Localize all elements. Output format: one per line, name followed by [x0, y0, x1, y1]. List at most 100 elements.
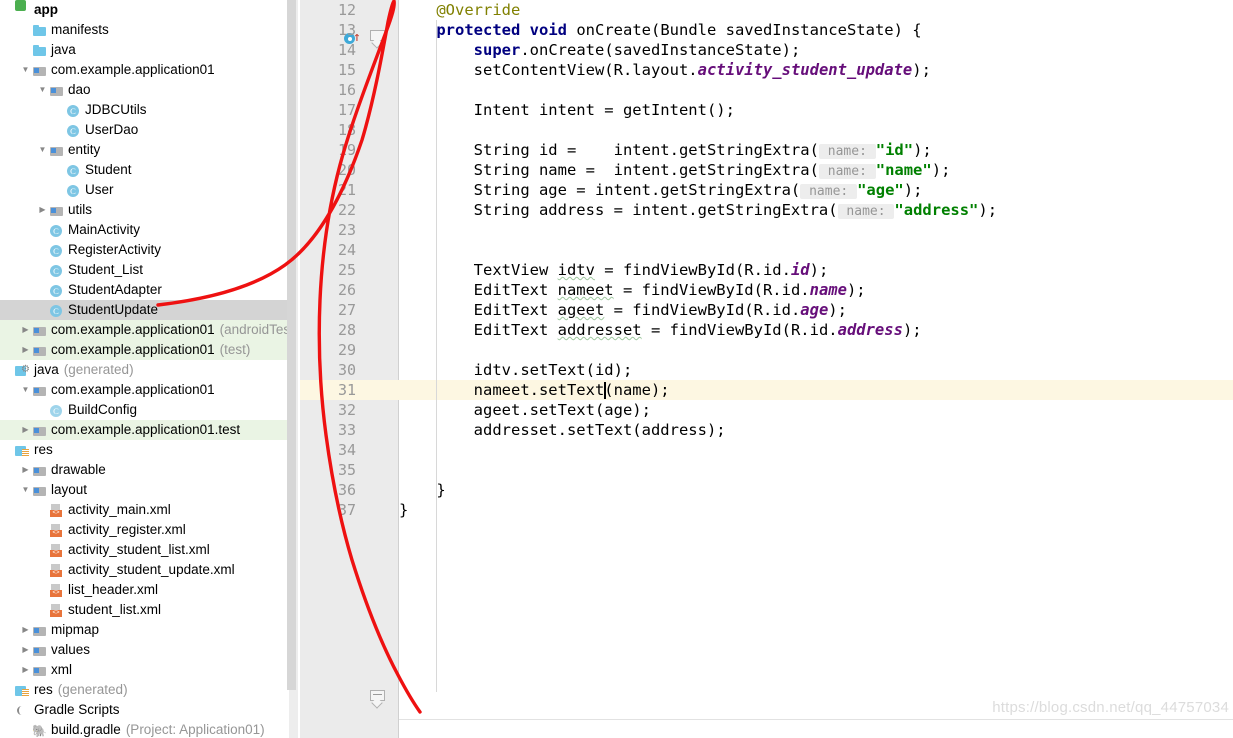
code-line[interactable]: nameet.setText(name);: [399, 380, 670, 400]
code-line[interactable]: Intent intent = getIntent();: [399, 100, 735, 120]
tree-node-manifests[interactable]: ▶ manifests: [0, 20, 289, 40]
tree-node-label: com.example.application01: [51, 62, 215, 77]
tree-node-utils[interactable]: ▶ utils: [0, 200, 289, 220]
code-editor[interactable]: ↑ @Override protected void onCreate(Bund…: [300, 0, 1233, 738]
tree-node-com-example-application01[interactable]: ▶ com.example.application01 (androidTest): [0, 320, 298, 340]
tree-node-com-example-application01[interactable]: ▶ com.example.application01 (test): [0, 340, 289, 360]
tree-node-xml[interactable]: ▶ xml: [0, 660, 289, 680]
module-app-icon: [15, 0, 30, 18]
tree-node-res[interactable]: ▶ res: [0, 440, 289, 460]
project-tree-scrollbar-track[interactable]: [287, 0, 298, 738]
tree-node-student-list[interactable]: ▶C Student_List: [0, 260, 289, 280]
tree-node-studentupdate[interactable]: ▶C StudentUpdate: [0, 300, 289, 320]
code-line[interactable]: setContentView(R.layout.activity_student…: [399, 60, 931, 80]
tree-node-dao[interactable]: ▼ dao: [0, 80, 289, 100]
code-text-area[interactable]: @Override protected void onCreate(Bundle…: [300, 0, 1233, 738]
code-line[interactable]: EditText nameet = findViewById(R.id.name…: [399, 280, 866, 300]
tree-node-layout[interactable]: ▼ layout: [0, 480, 289, 500]
tree-node-activity-student-update-xml[interactable]: ▶<> activity_student_update.xml: [0, 560, 289, 580]
tree-node-user[interactable]: ▶C User: [0, 180, 289, 200]
tree-node-jdbcutils[interactable]: ▶C JDBCUtils: [0, 100, 289, 120]
tree-node-java[interactable]: ▶ java: [0, 40, 289, 60]
java-class-icon: C: [66, 123, 81, 138]
chevron-down-icon[interactable]: ▼: [36, 140, 49, 160]
code-line[interactable]: addresset.setText(address);: [399, 420, 726, 440]
project-tool-window[interactable]: ▶app▶manifests▶java▼com.example.applicat…: [0, 0, 300, 738]
xml-layout-file-icon: <>: [49, 583, 64, 598]
code-fold-marker-method[interactable]: [370, 30, 385, 49]
tree-node-com-example-application01[interactable]: ▼ com.example.application01: [0, 380, 289, 400]
code-line[interactable]: idtv.setText(id);: [399, 360, 633, 380]
code-token-plain: String id = intent.getStringExtra(: [399, 141, 819, 159]
chevron-down-icon[interactable]: ▼: [36, 80, 49, 100]
chevron-down-icon[interactable]: ▼: [19, 380, 32, 400]
chevron-right-icon[interactable]: ▶: [19, 620, 32, 640]
tree-node-build-gradle[interactable]: ▶ build.gradle (Project: Application01): [0, 720, 289, 738]
tree-arrow-placeholder: ▶: [36, 500, 49, 520]
line-number: 28: [337, 321, 356, 339]
tree-node-label: com.example.application01: [51, 322, 215, 337]
chevron-right-icon[interactable]: ▶: [19, 320, 32, 340]
package-folder-icon: [32, 323, 47, 338]
code-line[interactable]: }: [399, 480, 445, 500]
code-line[interactable]: super.onCreate(savedInstanceState);: [399, 40, 801, 60]
code-token-field: address: [837, 321, 903, 339]
line-number: 13: [337, 21, 356, 39]
chevron-down-icon[interactable]: ▼: [19, 60, 32, 80]
line-number: 21: [337, 181, 356, 199]
code-line[interactable]: String age = intent.getStringExtra( name…: [399, 180, 922, 202]
tree-node-mipmap[interactable]: ▶ mipmap: [0, 620, 289, 640]
tree-node-mainactivity[interactable]: ▶C MainActivity: [0, 220, 289, 240]
tree-node-activity-main-xml[interactable]: ▶<> activity_main.xml: [0, 500, 289, 520]
project-tree-scrollbar-thumb[interactable]: [287, 0, 296, 690]
line-number: 32: [337, 401, 356, 419]
tree-node-java[interactable]: ▶ java (generated): [0, 360, 289, 380]
folder-icon: [32, 43, 47, 58]
tree-node-app[interactable]: ▶ app: [0, 0, 289, 20]
tree-node-student[interactable]: ▶C Student: [0, 160, 289, 180]
tree-node-suffix: (generated): [63, 362, 134, 377]
code-token-field: name: [809, 281, 847, 299]
code-line[interactable]: String id = intent.getStringExtra( name:…: [399, 140, 932, 162]
editor-fold-gutter[interactable]: [368, 0, 398, 738]
tree-node-userdao[interactable]: ▶C UserDao: [0, 120, 289, 140]
tree-node-student-list-xml[interactable]: ▶<> student_list.xml: [0, 600, 289, 620]
line-number: 31: [337, 381, 356, 399]
chevron-right-icon[interactable]: ▶: [19, 420, 32, 440]
code-line[interactable]: EditText ageet = findViewById(R.id.age);: [399, 300, 847, 320]
chevron-right-icon[interactable]: ▶: [19, 660, 32, 680]
tree-node-com-example-application01[interactable]: ▼ com.example.application01: [0, 60, 289, 80]
code-line[interactable]: EditText addresset = findViewById(R.id.a…: [399, 320, 922, 340]
tree-node-com-example-application01-test[interactable]: ▶ com.example.application01.test: [0, 420, 289, 440]
code-line[interactable]: ageet.setText(age);: [399, 400, 651, 420]
tree-arrow-placeholder: ▶: [53, 180, 66, 200]
tree-node-activity-student-list-xml[interactable]: ▶<> activity_student_list.xml: [0, 540, 289, 560]
xml-layout-file-icon: <>: [49, 563, 64, 578]
code-token-wavy: addresset: [557, 321, 642, 339]
code-fold-marker-class-end[interactable]: [370, 690, 385, 709]
tree-node-activity-register-xml[interactable]: ▶<> activity_register.xml: [0, 520, 289, 540]
tree-arrow-placeholder: ▶: [2, 360, 15, 380]
chevron-right-icon[interactable]: ▶: [19, 460, 32, 480]
tree-node-res[interactable]: ▶ res (generated): [0, 680, 289, 700]
project-tree[interactable]: ▶app▶manifests▶java▼com.example.applicat…: [0, 0, 298, 738]
tree-node-entity[interactable]: ▼ entity: [0, 140, 289, 160]
tree-node-registeractivity[interactable]: ▶C RegisterActivity: [0, 240, 289, 260]
tree-node-studentadapter[interactable]: ▶C StudentAdapter: [0, 280, 289, 300]
code-line[interactable]: String name = intent.getStringExtra( nam…: [399, 160, 950, 182]
code-line[interactable]: @Override: [399, 0, 520, 20]
tree-node-buildconfig[interactable]: ▶C BuildConfig: [0, 400, 289, 420]
chevron-right-icon[interactable]: ▶: [19, 340, 32, 360]
code-line[interactable]: TextView idtv = findViewById(R.id.id);: [399, 260, 829, 280]
chevron-down-icon[interactable]: ▼: [19, 480, 32, 500]
tree-node-drawable[interactable]: ▶ drawable: [0, 460, 289, 480]
chevron-right-icon[interactable]: ▶: [19, 640, 32, 660]
chevron-right-icon[interactable]: ▶: [36, 200, 49, 220]
tree-node-values[interactable]: ▶ values: [0, 640, 289, 660]
tree-node-list-header-xml[interactable]: ▶<> list_header.xml: [0, 580, 289, 600]
tree-node-gradle-scripts[interactable]: ▶ Gradle Scripts: [0, 700, 289, 720]
code-line[interactable]: protected void onCreate(Bundle savedInst…: [399, 20, 921, 40]
code-line[interactable]: }: [399, 500, 408, 520]
code-line[interactable]: String address = intent.getStringExtra( …: [399, 200, 997, 222]
code-token-plain: );: [828, 301, 847, 319]
